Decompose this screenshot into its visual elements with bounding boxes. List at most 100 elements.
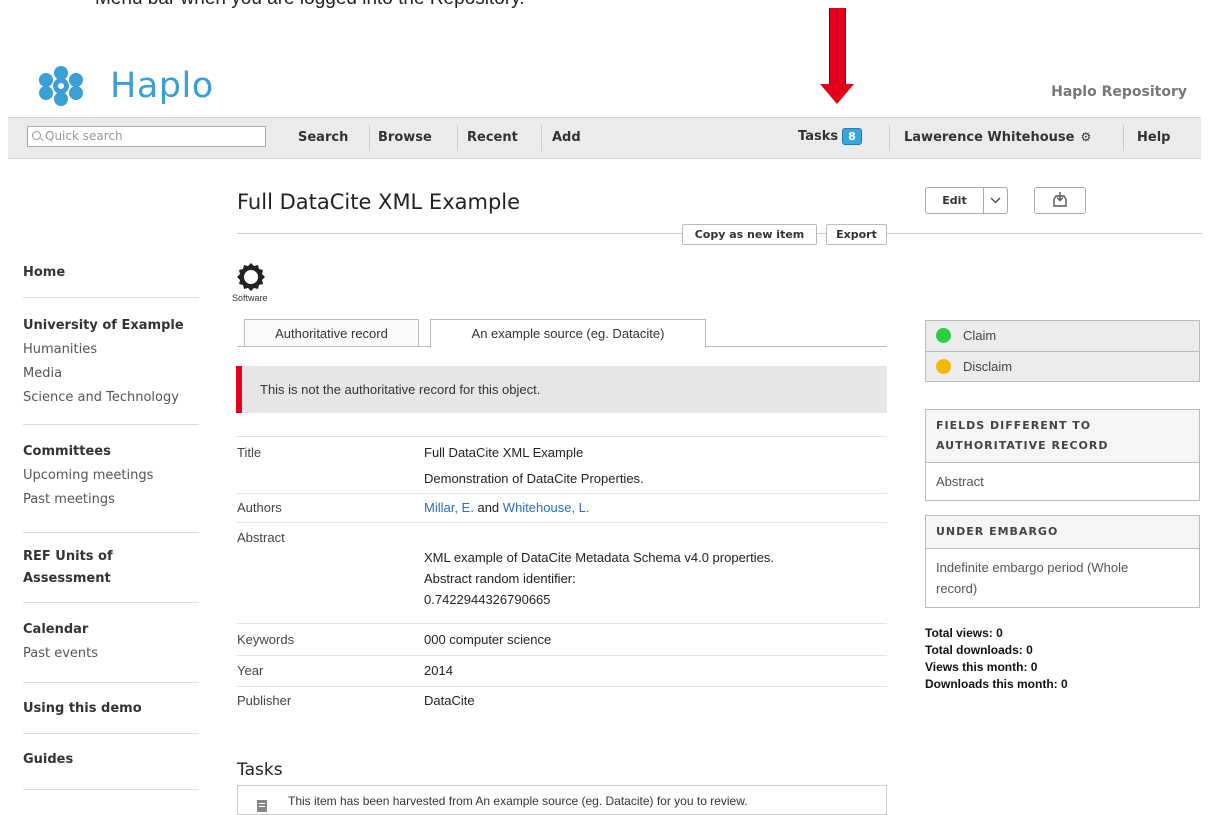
type-label: Software [232,293,268,303]
download-button[interactable] [1034,187,1086,214]
stat-views-month: Views this month: 0 [925,660,1038,674]
field-label-authors: Authors [237,500,282,515]
tab-authoritative-record[interactable]: Authoritative record [244,319,419,347]
nav-recent[interactable]: Recent [467,130,518,145]
nav-divider [369,125,370,151]
quick-search-placeholder: Quick search [45,129,123,143]
nav-divider [541,125,542,151]
field-divider [237,623,887,624]
field-value-title: Full DataCite XML Example [424,445,584,460]
sidebar-item-science[interactable]: Science and Technology [23,390,199,405]
embargo-body: Indefinite embargo period (Whole record) [926,549,1199,607]
sidebar-item-upcoming-meetings[interactable]: Upcoming meetings [23,468,199,483]
usage-stats: Total views: 0 Total downloads: 0 Views … [925,625,1068,693]
field-label-abstract: Abstract [237,530,285,545]
embargo-line1: Indefinite embargo period (Whole [936,560,1129,575]
fields-different-heading-line2: AUTHORITATIVE RECORD [936,439,1109,452]
field-value-keywords: 000 computer science [424,632,552,647]
nav-divider [457,125,458,151]
nav-divider [889,125,890,151]
page-title: Full DataCite XML Example [237,190,521,214]
gear-icon: ⚙ [1080,130,1092,144]
task-document-icon [256,793,268,812]
sidebar-item-calendar[interactable]: Calendar [23,622,199,637]
field-divider [237,655,887,656]
chevron-down-icon [990,197,1001,204]
author-link-millar[interactable]: Millar, E. [424,500,474,515]
logo-text[interactable]: Haplo [110,66,214,106]
field-divider [237,522,887,523]
field-value-publisher: DataCite [424,693,475,708]
haplo-logo-icon[interactable] [33,66,89,106]
stat-total-views: Total views: 0 [925,626,1003,640]
fields-different-value: Abstract [936,474,984,489]
sidebar-item-past-meetings[interactable]: Past meetings [23,492,199,507]
sidebar-divider [23,602,199,603]
field-value-authors: Millar, E. and Whitehouse, L. [424,500,590,515]
sidebar-divider [23,424,199,425]
field-value-abstract-line1: XML example of DataCite Metadata Schema … [424,550,774,565]
stat-downloads-month: Downloads this month: 0 [925,677,1068,691]
sidebar-item-humanities[interactable]: Humanities [23,342,199,357]
edit-button-group: Edit [925,187,1008,214]
sidebar-item-guides[interactable]: Guides [23,752,199,767]
sidebar-item-using-demo[interactable]: Using this demo [23,701,199,716]
field-value-abstract-line3: 0.7422944326790665 [424,592,551,607]
embargo-heading: UNDER EMBARGO [926,516,1199,549]
nav-browse[interactable]: Browse [378,130,432,145]
document-caption: Menu bar when you are logged into the Re… [95,0,525,10]
fields-different-heading-line1: FIELDS DIFFERENT TO [936,419,1092,432]
claim-disclaim-box: Claim Disclaim [925,320,1200,382]
sidebar-divider [23,532,199,533]
field-divider [237,436,887,437]
software-gear-icon [236,262,266,292]
repository-name[interactable]: Haplo Repository [1051,84,1187,100]
tab-example-source[interactable]: An example source (eg. Datacite) [430,319,706,348]
sidebar-ref-line1: REF Units of [23,549,113,564]
nav-user-menu[interactable]: Lawerence Whitehouse ⚙ [904,130,1091,145]
authors-conjunction: and [477,500,500,515]
field-value-title-alt: Demonstration of DataCite Properties. [424,471,644,486]
nav-tasks[interactable]: Tasks 8 [798,128,862,145]
fields-different-heading: FIELDS DIFFERENT TO AUTHORITATIVE RECORD [926,410,1199,463]
search-icon [32,131,41,140]
sidebar-item-university[interactable]: University of Example [23,318,199,333]
nav-tasks-label: Tasks [798,129,839,144]
sidebar-item-ref-units[interactable]: REF Units of Assessment [23,546,199,590]
sidebar-divider [23,682,199,683]
sidebar-item-past-events[interactable]: Past events [23,646,199,661]
sidebar-item-home[interactable]: Home [23,265,199,280]
field-value-abstract-line2: Abstract random identifier: [424,571,576,586]
disclaim-button[interactable]: Disclaim [926,352,1199,381]
nav-search[interactable]: Search [298,130,348,145]
tasks-heading: Tasks [237,760,283,780]
field-divider [237,686,887,687]
export-button[interactable]: Export [826,224,887,245]
sidebar-divider [23,733,199,734]
edit-dropdown-button[interactable] [984,188,1007,213]
task-item[interactable]: This item has been harvested from An exa… [237,785,887,815]
sidebar-divider [23,297,199,298]
nav-divider [1123,125,1124,151]
disclaim-label: Disclaim [963,359,1013,374]
sidebar-item-media[interactable]: Media [23,366,199,381]
nav-help[interactable]: Help [1137,130,1170,145]
user-name: Lawerence Whitehouse [904,130,1075,145]
field-divider [237,493,887,494]
copy-as-new-item-button[interactable]: Copy as new item [682,224,817,245]
nav-add[interactable]: Add [552,130,581,145]
claim-dot-icon [936,328,951,343]
fields-different-panel: FIELDS DIFFERENT TO AUTHORITATIVE RECORD… [925,409,1200,501]
embargo-line2: record) [936,581,978,596]
sidebar-item-committees[interactable]: Committees [23,444,199,459]
field-value-year: 2014 [424,663,453,678]
menu-bar: Quick search Search Browse Recent Add Ta… [8,117,1201,159]
quick-search-input[interactable]: Quick search [27,126,266,147]
download-tray-icon [1053,192,1067,207]
edit-button[interactable]: Edit [926,188,983,213]
claim-button[interactable]: Claim [926,321,1199,352]
annotation-arrow-head [820,84,854,104]
tasks-count-badge: 8 [842,128,862,145]
task-text: This item has been harvested from An exa… [288,794,748,808]
author-link-whitehouse[interactable]: Whitehouse, L. [503,500,590,515]
